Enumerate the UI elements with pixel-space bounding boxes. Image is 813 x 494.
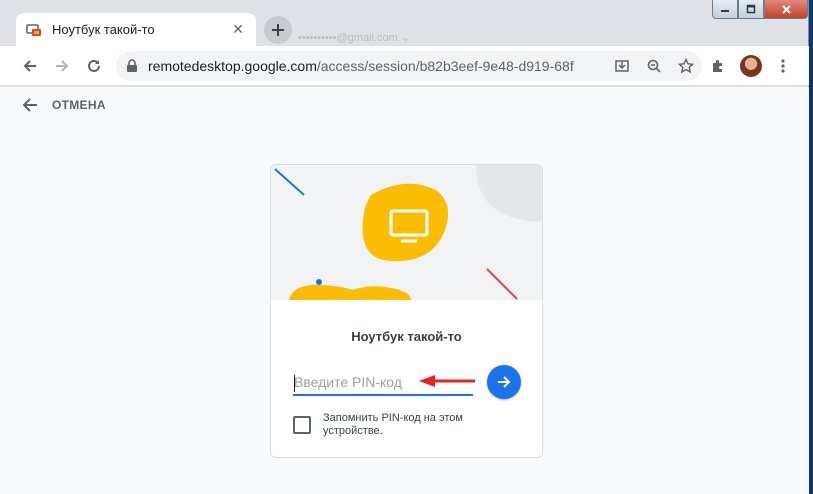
minimize-button[interactable]	[712, 0, 738, 19]
annotation-arrow-icon	[419, 375, 475, 387]
url-path: /access/session/b82b3eef-9e48-d919-68f	[316, 58, 574, 74]
reload-button[interactable]	[78, 50, 110, 82]
omnibox-actions	[606, 50, 702, 82]
url-text[interactable]: remotedesktop.google.com/access/session/…	[148, 58, 606, 74]
page-content: ОТМЕНА Ноутбук такой-то Запомнить PIN-ко…	[0, 87, 809, 494]
cancel-button[interactable]: ОТМЕНА	[22, 95, 106, 115]
install-app-button[interactable]	[606, 50, 638, 82]
arrow-left-icon	[22, 98, 37, 112]
arrow-right-icon	[498, 376, 511, 388]
remote-desktop-illustration-icon	[274, 165, 542, 300]
address-bar[interactable]: remotedesktop.google.com/access/session/…	[116, 51, 702, 81]
arrow-left-icon	[23, 59, 36, 72]
minimize-icon	[721, 10, 729, 12]
tab-active[interactable]: Ноутбук такой-то ✕	[16, 13, 256, 46]
remember-pin-label: Запомнить PIN-код на этом устройстве.	[323, 412, 463, 437]
maximize-button[interactable]	[738, 0, 764, 19]
new-tab-button[interactable]	[264, 16, 292, 44]
zoom-icon	[647, 59, 661, 73]
text-caret	[294, 375, 295, 392]
remember-pin-checkbox[interactable]	[293, 416, 311, 434]
submit-pin-button[interactable]	[487, 365, 521, 399]
browser-toolbar: remotedesktop.google.com/access/session/…	[0, 46, 809, 86]
kebab-menu-icon	[781, 59, 785, 73]
remember-pin-row[interactable]: Запомнить PIN-код на этом устройстве.	[293, 412, 493, 438]
url-host: remotedesktop.google.com	[148, 58, 317, 74]
browser-window: Ноутбук такой-то ✕ ••••••••••@gmail.com …	[0, 0, 809, 494]
window-controls	[712, 0, 808, 19]
plus-icon	[272, 24, 284, 36]
forward-button[interactable]	[46, 50, 78, 82]
back-button[interactable]	[14, 50, 46, 82]
bookmark-button[interactable]	[670, 50, 702, 82]
arrow-right-icon	[56, 59, 69, 72]
avatar	[740, 55, 762, 77]
tab-strip: Ноутбук такой-то ✕ ••••••••••@gmail.com …	[0, 0, 808, 46]
card-title: Ноутбук такой-то	[351, 329, 462, 344]
close-icon	[781, 4, 791, 14]
zoom-button[interactable]	[638, 50, 670, 82]
tab-title: Ноутбук такой-то	[52, 22, 155, 37]
puzzle-icon	[713, 60, 722, 72]
maximize-icon	[746, 4, 756, 14]
menu-button[interactable]	[767, 50, 799, 82]
star-icon	[678, 58, 694, 74]
reload-icon	[88, 59, 100, 72]
ghost-account-text: ••••••••••@gmail.com ⌄	[298, 32, 411, 44]
tab-close-icon[interactable]: ✕	[230, 21, 246, 38]
extensions-button[interactable]	[702, 50, 734, 82]
lock-icon[interactable]	[126, 59, 138, 73]
close-window-button[interactable]	[764, 0, 808, 19]
hero-illustration	[271, 165, 542, 300]
cancel-label: ОТМЕНА	[52, 98, 106, 112]
pin-card: Ноутбук такой-то Запомнить PIN-код на эт…	[270, 164, 543, 458]
install-app-icon	[615, 60, 629, 72]
remote-desktop-favicon-icon	[26, 22, 42, 38]
profile-button[interactable]	[735, 50, 767, 82]
